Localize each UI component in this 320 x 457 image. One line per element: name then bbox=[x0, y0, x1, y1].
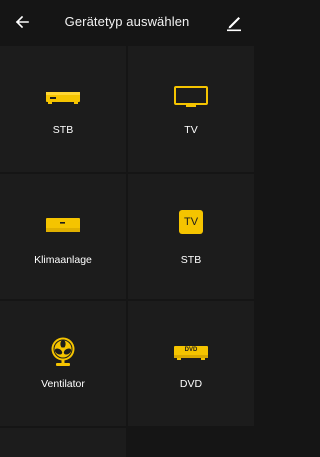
device-label: DVD bbox=[179, 378, 203, 390]
tv-badge-icon: TV bbox=[128, 210, 254, 234]
device-tile-stb[interactable]: STB bbox=[0, 46, 126, 172]
device-tile-partial[interactable] bbox=[0, 428, 126, 457]
dvd-logo-text: DVD bbox=[184, 347, 198, 353]
device-label: TV bbox=[184, 124, 198, 136]
pencil-icon bbox=[227, 17, 241, 32]
edit-button[interactable] bbox=[224, 12, 244, 32]
fan-icon bbox=[0, 337, 126, 367]
empty-area bbox=[128, 428, 254, 457]
dvd-player-icon: DVD bbox=[128, 346, 254, 362]
device-tile-dvd[interactable]: DVD DVD bbox=[128, 301, 254, 426]
app-screen: Gerätetyp auswählen STB TV Klimaanlage T… bbox=[0, 0, 254, 457]
device-label: STB bbox=[52, 124, 74, 136]
device-type-grid: STB TV Klimaanlage TV STB Ventilator DVD… bbox=[0, 46, 254, 457]
air-conditioner-icon bbox=[0, 218, 126, 234]
device-tile-stb-tv[interactable]: TV STB bbox=[128, 174, 254, 299]
device-tile-fan[interactable]: Ventilator bbox=[0, 301, 126, 426]
set-top-box-icon bbox=[0, 92, 126, 106]
device-label: Ventilator bbox=[41, 378, 85, 390]
page-title: Gerätetyp auswählen bbox=[64, 14, 190, 29]
device-tile-air-conditioner[interactable]: Klimaanlage bbox=[0, 174, 126, 299]
device-label: Klimaanlage bbox=[34, 254, 92, 266]
tv-badge-text: TV bbox=[183, 216, 199, 228]
device-tile-tv[interactable]: TV bbox=[128, 46, 254, 172]
tv-icon bbox=[128, 86, 254, 108]
top-bar: Gerätetyp auswählen bbox=[0, 0, 254, 46]
device-label: STB bbox=[180, 254, 202, 266]
